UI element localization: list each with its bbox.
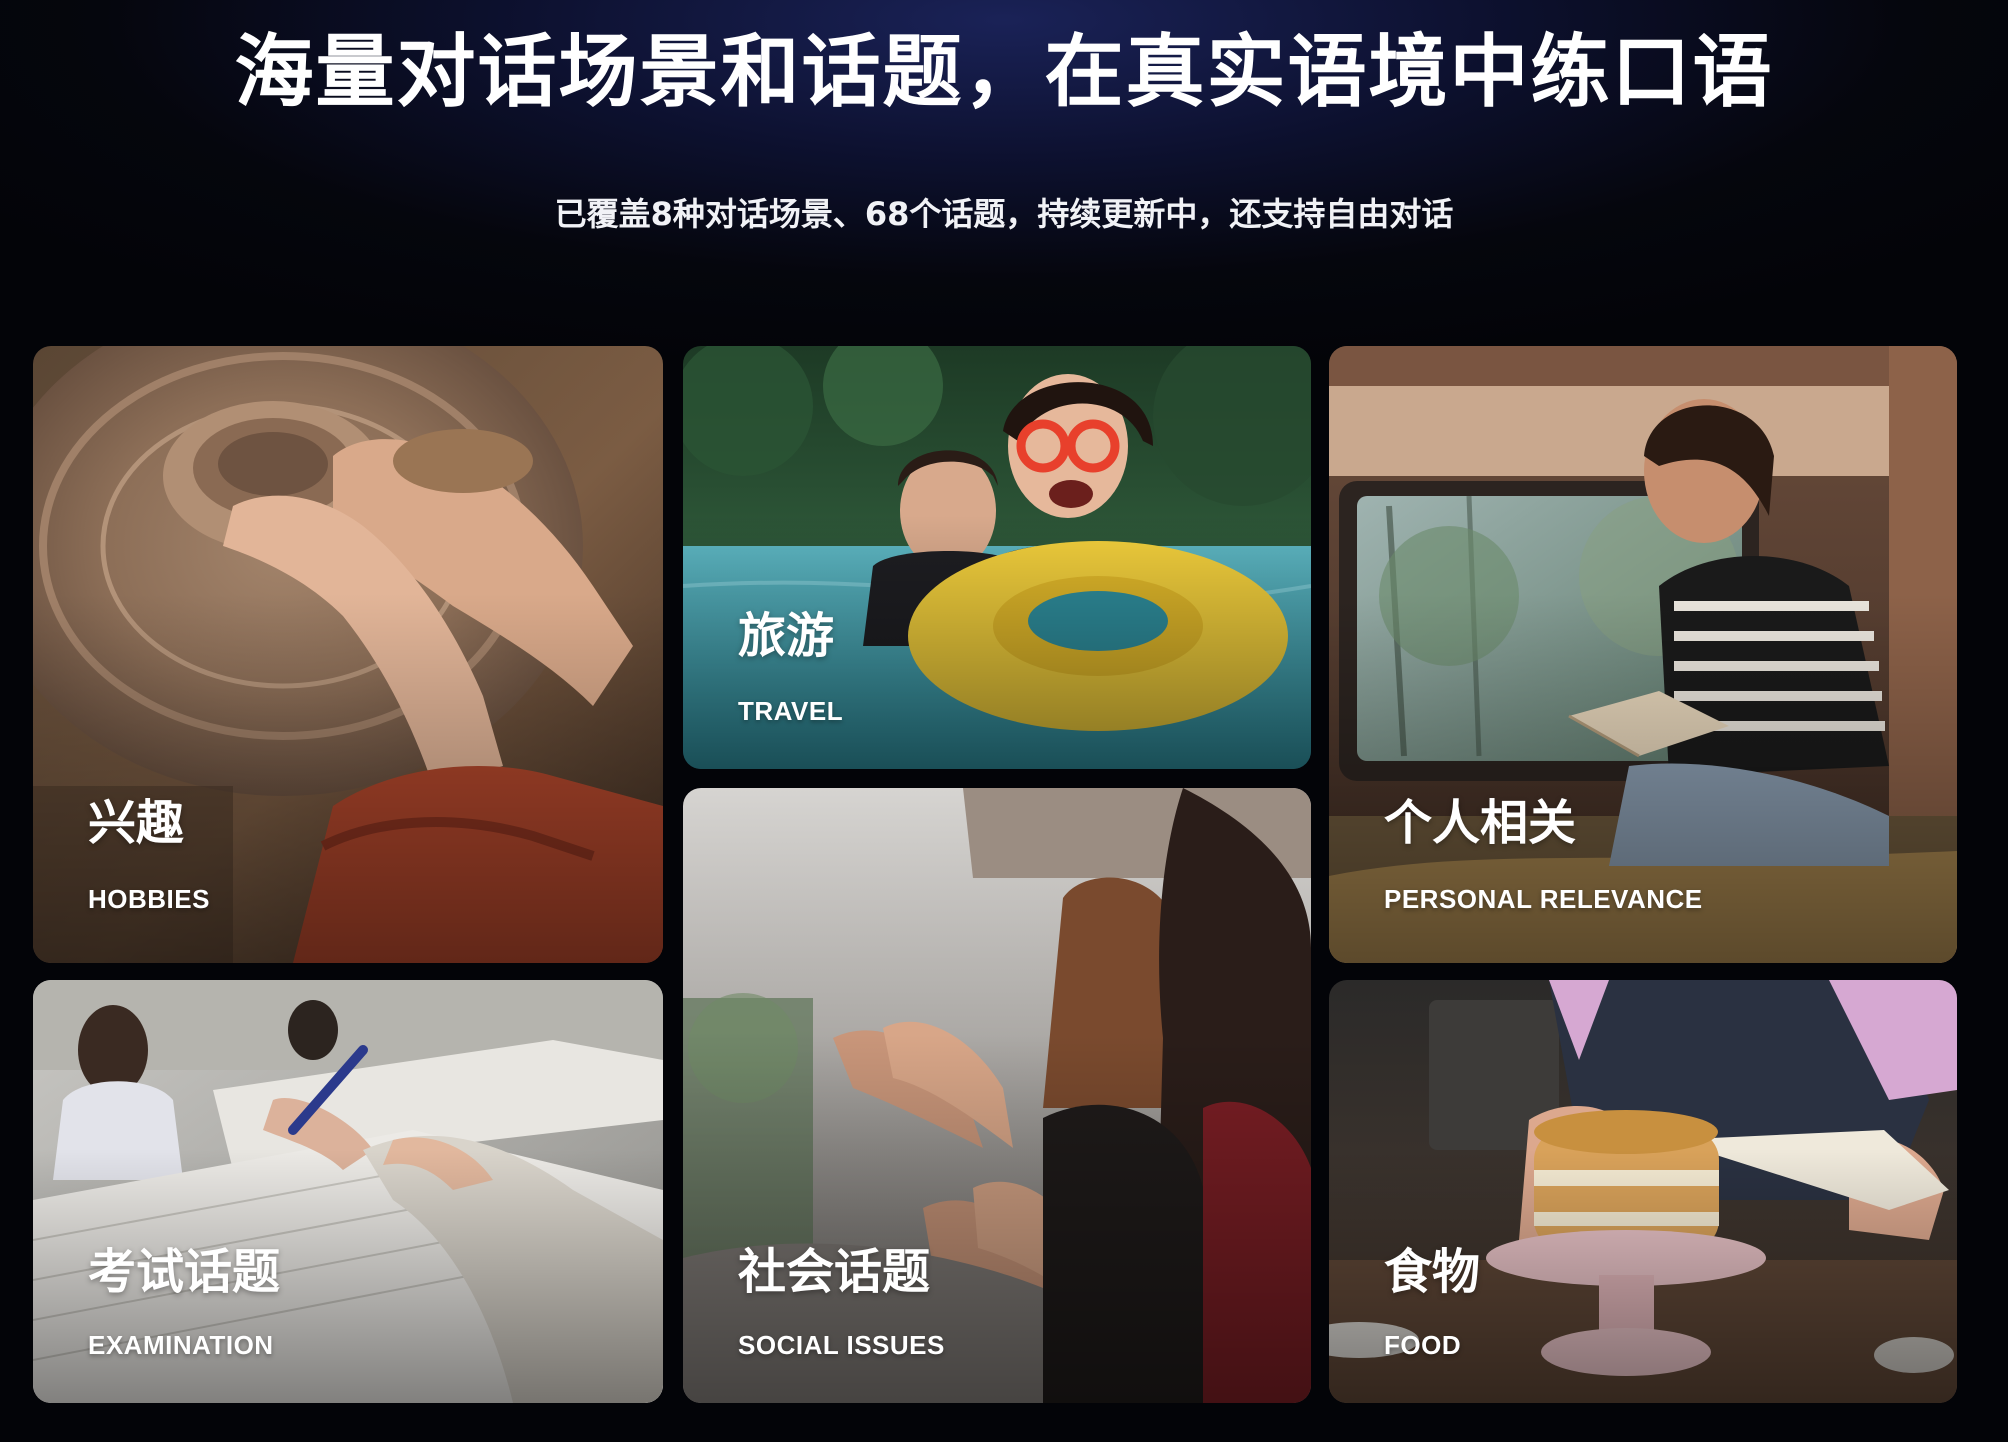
- page-subtitle: 已覆盖8种对话场景、68个话题，持续更新中，还支持自由对话: [554, 195, 1454, 233]
- card-subtitle-food: FOOD: [1384, 1330, 1462, 1360]
- page-headline: 海量对话场景和话题，在真实语境中练口语: [234, 26, 1774, 118]
- topic-card-examination[interactable]: 考试话题 EXAMINATION: [33, 980, 663, 1403]
- card-title-examination: 考试话题: [88, 1244, 281, 1300]
- card-title-travel: 旅游: [738, 608, 835, 664]
- card-title-food: 食物: [1384, 1244, 1481, 1300]
- topic-card-food[interactable]: 食物 FOOD: [1329, 980, 1957, 1403]
- topic-card-personal-relevance[interactable]: 个人相关 PERSONAL RELEVANCE: [1329, 346, 1957, 963]
- topic-card-hobbies[interactable]: 兴趣 HOBBIES: [33, 346, 663, 963]
- card-subtitle-travel: TRAVEL: [738, 696, 844, 726]
- card-subtitle-social-issues: SOCIAL ISSUES: [738, 1330, 945, 1360]
- card-title-social-issues: 社会话题: [738, 1244, 931, 1300]
- card-subtitle-examination: EXAMINATION: [88, 1330, 274, 1360]
- card-subtitle-personal-relevance: PERSONAL RELEVANCE: [1384, 884, 1703, 914]
- card-title-personal-relevance: 个人相关: [1384, 795, 1577, 851]
- card-subtitle-hobbies: HOBBIES: [88, 884, 210, 914]
- card-title-hobbies: 兴趣: [88, 795, 185, 851]
- topic-card-social-issues[interactable]: 社会话题 SOCIAL ISSUES: [683, 788, 1311, 1403]
- topic-card-travel[interactable]: 旅游 TRAVEL: [683, 346, 1311, 769]
